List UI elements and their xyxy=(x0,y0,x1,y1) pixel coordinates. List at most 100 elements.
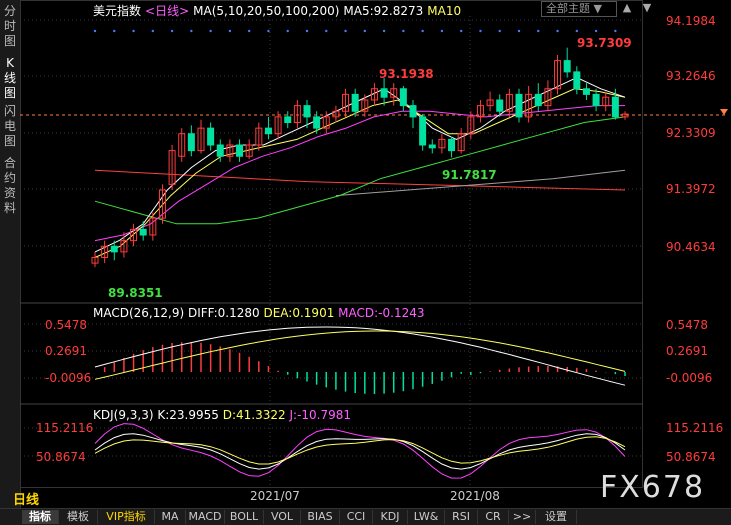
kdj-tick: 115.2116 xyxy=(36,421,94,435)
ma-line-ma20 xyxy=(94,105,625,242)
macd-label: MACD(26,12,9) xyxy=(93,306,185,320)
tab-kdj[interactable]: KDJ xyxy=(373,510,408,524)
signal-dot xyxy=(517,29,521,33)
candle-body xyxy=(563,60,571,73)
candle-body xyxy=(582,88,590,95)
tab-cr[interactable]: CR xyxy=(478,510,509,524)
sidebar-tab-timeshare[interactable]: 分时图 xyxy=(2,4,18,49)
candle-body xyxy=(380,88,388,98)
candle-body xyxy=(313,116,321,129)
candle-body xyxy=(448,138,456,152)
indicator-toolbar: 指标 模板 VIP指标 MA MACD BOLL VOL BIAS CCI KD… xyxy=(0,508,731,525)
kdj-j: J:-10.7981 xyxy=(289,408,352,422)
macd-tick: -0.0096 xyxy=(45,371,92,385)
macd-header: MACD(26,12,9) DIFF:0.1280 DEA:0.1901 MAC… xyxy=(93,306,425,320)
macd-tick: -0.0096 xyxy=(666,371,713,385)
kdj-j-line xyxy=(94,423,626,479)
signal-dot xyxy=(575,29,579,33)
tab-bias[interactable]: BIAS xyxy=(301,510,340,524)
tab-macd[interactable]: MACD xyxy=(186,510,225,524)
signal-dot xyxy=(247,29,251,33)
collapse-up-icon[interactable]: ▲ xyxy=(620,1,634,15)
tab-rsi[interactable]: RSI xyxy=(445,510,478,524)
signal-dot xyxy=(228,29,232,33)
signal-dot xyxy=(594,29,598,33)
signal-dot xyxy=(614,29,617,33)
signal-dot xyxy=(402,29,405,33)
chart-header: 美元指数 <日线> MA(5,10,20,50,100,200) MA5:92.827… xyxy=(93,2,465,19)
signal-dot xyxy=(440,29,444,33)
candle-body xyxy=(303,105,311,118)
macd-tick: 0.2691 xyxy=(45,344,87,358)
ma-line-ma10 xyxy=(94,88,626,258)
chart-canvas[interactable] xyxy=(20,0,731,508)
more-tabs-button[interactable]: >> xyxy=(509,510,536,524)
tab-lwr[interactable]: LW& xyxy=(408,510,445,524)
signal-dot xyxy=(325,29,328,33)
kdj-tick: 115.2116 xyxy=(666,421,724,435)
kdj-d-line xyxy=(94,436,626,465)
macd-tick: 0.5478 xyxy=(45,318,87,332)
price-annotation-high1: 93.1938 xyxy=(379,67,434,81)
watermark-logo: FX678 xyxy=(600,470,706,505)
candle-body xyxy=(496,99,504,112)
macd-tick: 0.2691 xyxy=(666,344,708,358)
signal-dot xyxy=(363,29,367,33)
ma5-value: MA5:92.8273 xyxy=(343,4,424,18)
sidebar-tab-contract[interactable]: 合约资料 xyxy=(2,156,18,216)
macd-value: MACD:-0.1243 xyxy=(338,306,425,320)
tab-indicators[interactable]: 指标 xyxy=(22,510,59,524)
kdj-label: KDJ(9,3,3) xyxy=(93,408,154,422)
candle-body xyxy=(399,88,407,107)
period-indicator[interactable]: 日线 xyxy=(13,489,39,508)
kdj-tick: 50.8674 xyxy=(666,450,716,464)
price-tick: 93.2646 xyxy=(666,69,716,83)
tab-boll[interactable]: BOLL xyxy=(225,510,264,524)
signal-dot xyxy=(479,29,482,33)
kdj-tick: 50.8674 xyxy=(36,450,86,464)
signal-dot xyxy=(556,29,559,33)
tab-cci[interactable]: CCI xyxy=(340,510,373,524)
price-annotation-low0: 89.8351 xyxy=(108,286,163,300)
theme-select[interactable]: 全部主题 ▼ xyxy=(541,1,617,17)
signal-dot xyxy=(459,29,463,33)
chevron-down-icon: ▼ xyxy=(593,2,602,15)
kdj-k: K:23.9955 xyxy=(157,408,219,422)
candle-body xyxy=(419,116,427,146)
theme-select-label: 全部主题 xyxy=(546,2,590,15)
tab-settings[interactable]: 设置 xyxy=(536,510,577,524)
sidebar: 分时图 K线图 闪电图 合约资料 xyxy=(0,0,21,508)
candle-body xyxy=(110,245,118,253)
signal-dot xyxy=(421,29,424,33)
chart-area[interactable]: 美元指数 <日线> MA(5,10,20,50,100,200) MA5:92.827… xyxy=(20,0,731,508)
candle-body xyxy=(216,144,224,157)
candle-body xyxy=(264,127,272,135)
candle-body xyxy=(534,93,542,107)
signal-dot xyxy=(498,29,501,33)
candle-body xyxy=(409,105,417,118)
price-tick: 94.1984 xyxy=(666,14,716,28)
signal-dot xyxy=(209,29,212,33)
price-marker-icon xyxy=(720,109,728,115)
ma10-value: MA10 xyxy=(427,4,462,18)
macd-diff: DIFF:0.1280 xyxy=(187,306,260,320)
candle-body xyxy=(611,96,619,118)
tab-vip-indicators[interactable]: VIP指标 xyxy=(98,510,155,524)
signal-dot xyxy=(537,29,540,33)
kdj-d: D:41.3322 xyxy=(222,408,286,422)
candle-body xyxy=(573,71,581,90)
sidebar-tab-flash[interactable]: 闪电图 xyxy=(2,104,18,149)
sidebar-tab-kline[interactable]: K线图 xyxy=(2,56,18,101)
macd-diff-line xyxy=(94,326,626,386)
tab-ma[interactable]: MA xyxy=(155,510,186,524)
signal-dot xyxy=(113,29,116,33)
expand-down-icon[interactable]: ▼ xyxy=(640,1,654,15)
candle-body xyxy=(428,144,436,149)
price-tick: 92.3309 xyxy=(666,126,716,140)
signal-dot xyxy=(190,29,193,33)
tab-vol[interactable]: VOL xyxy=(264,510,301,524)
tab-templates[interactable]: 模板 xyxy=(59,510,98,524)
signal-dot xyxy=(344,29,347,33)
signal-dot xyxy=(170,29,174,33)
signal-dot xyxy=(93,29,97,33)
